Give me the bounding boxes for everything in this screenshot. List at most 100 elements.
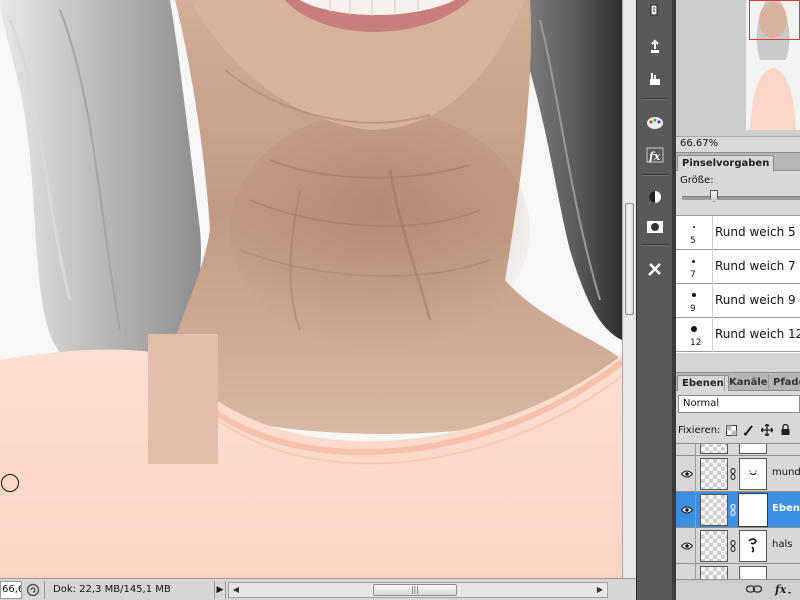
layer-style-fx-icon[interactable]: fx bbox=[774, 582, 792, 599]
vertical-scrollbar-thumb[interactable] bbox=[625, 203, 634, 315]
brush-row-divider bbox=[712, 284, 713, 318]
lock-position-icon[interactable] bbox=[760, 423, 774, 437]
horizontal-scrollbar-thumb[interactable]: ||| bbox=[373, 583, 457, 596]
brush-name: Rund weich 9 bbox=[715, 293, 796, 307]
layer-mask-thumbnail[interactable] bbox=[739, 458, 767, 490]
right-panels: 66.67% Pinselvorgaben Größe: 5 Rund weic… bbox=[676, 0, 800, 600]
photo bbox=[0, 0, 622, 578]
brush-size: 5 bbox=[690, 236, 696, 246]
zoom-field[interactable]: 66,67% bbox=[0, 580, 22, 599]
brush-size: 9 bbox=[690, 304, 696, 314]
status-menu-arrow-icon[interactable]: ▶ bbox=[214, 580, 226, 599]
brush-row-divider bbox=[712, 250, 713, 284]
brush-presets-panel: Pinselvorgaben Größe: 5 Rund weich 5 7 R… bbox=[676, 152, 800, 353]
layer-name[interactable]: mund bbox=[772, 467, 800, 478]
document-info: Dok: 22,3 MB/145,1 MB bbox=[44, 580, 214, 599]
navigator-view-box[interactable] bbox=[749, 0, 800, 40]
layer-list: mund Ebene bbox=[676, 443, 800, 579]
brush-cursor bbox=[1, 474, 19, 492]
brush-presets-tabbar: Pinselvorgaben bbox=[676, 153, 800, 171]
brush-tip-icon bbox=[692, 260, 695, 263]
photoshop-window: 66,67% Dok: 22,3 MB/145,1 MB ▶ ◀ ||| ▶ f… bbox=[0, 0, 800, 600]
size-label: Größe: bbox=[680, 175, 714, 186]
layer-thumbnail bbox=[700, 530, 728, 562]
brush-preset-item[interactable]: 5 Rund weich 5 bbox=[676, 216, 800, 250]
brush-preset-item[interactable]: 12 Rund weich 12 bbox=[676, 318, 800, 352]
navigator-panel bbox=[676, 0, 800, 136]
brush-preset-item[interactable]: 9 Rund weich 9 bbox=[676, 284, 800, 318]
lock-pixels-icon[interactable] bbox=[742, 423, 756, 437]
brush-row-divider bbox=[712, 216, 713, 250]
lock-row: Fixieren: bbox=[678, 421, 800, 439]
blend-mode-select[interactable]: Normal bbox=[678, 395, 800, 413]
brush-size: 7 bbox=[690, 270, 696, 280]
svg-text:fx: fx bbox=[774, 583, 787, 596]
layers-tabbar: Ebenen Kanäle Pfade bbox=[676, 373, 800, 391]
link-layers-icon[interactable] bbox=[745, 584, 763, 597]
layer-thumbnail bbox=[700, 494, 728, 526]
styles-icon[interactable] bbox=[644, 112, 666, 134]
tab-brush-presets[interactable]: Pinselvorgaben bbox=[677, 155, 775, 171]
brush-tip-icon bbox=[693, 226, 695, 228]
layer-row-ebene[interactable]: Ebene bbox=[676, 492, 800, 528]
brush-tip-icon bbox=[692, 293, 696, 297]
clone-source-icon[interactable] bbox=[644, 36, 666, 58]
brush-size: 12 bbox=[690, 338, 702, 348]
dock-separator bbox=[641, 174, 669, 176]
layer-mask-thumbnail bbox=[739, 566, 767, 579]
brush-preset-item[interactable]: 7 Rund weich 7 bbox=[676, 250, 800, 284]
layer-mask-thumbnail[interactable] bbox=[739, 530, 767, 562]
brush-row-divider bbox=[712, 318, 713, 352]
tab-paths[interactable]: Pfade bbox=[768, 375, 800, 391]
mask-link-icon[interactable] bbox=[729, 467, 737, 481]
scroll-right-icon[interactable]: ▶ bbox=[593, 583, 607, 597]
tab-channels[interactable]: Kanäle bbox=[724, 375, 772, 391]
brush-tip-icon bbox=[691, 326, 697, 332]
history-brush-icon[interactable] bbox=[644, 0, 666, 22]
navigator-preview[interactable] bbox=[746, 0, 800, 130]
dock-separator bbox=[641, 98, 669, 100]
layer-thumbnail bbox=[700, 458, 728, 490]
vertical-scrollbar[interactable] bbox=[622, 0, 636, 578]
layer-row[interactable] bbox=[676, 564, 800, 579]
visibility-toggle[interactable] bbox=[678, 564, 696, 579]
status-info-icon[interactable] bbox=[25, 582, 41, 598]
brush-name: Rund weich 12 bbox=[715, 327, 800, 341]
layer-row[interactable] bbox=[676, 444, 800, 456]
adjustments-icon[interactable] bbox=[644, 186, 666, 208]
size-slider-knob[interactable] bbox=[710, 190, 718, 202]
lock-all-icon[interactable] bbox=[778, 423, 792, 437]
eye-icon[interactable] bbox=[678, 492, 696, 528]
lock-label: Fixieren: bbox=[678, 424, 721, 436]
layer-row-mund[interactable]: mund bbox=[676, 456, 800, 492]
mask-link-icon[interactable] bbox=[729, 539, 737, 553]
eye-icon[interactable] bbox=[678, 456, 696, 492]
tool-presets-icon[interactable] bbox=[644, 68, 666, 90]
fx-icon[interactable]: fx bbox=[644, 144, 666, 166]
layer-thumbnail bbox=[700, 444, 728, 454]
tab-layers[interactable]: Ebenen bbox=[677, 375, 729, 391]
layer-row-hals[interactable]: hals bbox=[676, 528, 800, 564]
mask-link-icon[interactable] bbox=[729, 503, 737, 517]
layer-name[interactable]: Ebene bbox=[772, 503, 800, 514]
lock-transparency-icon[interactable] bbox=[724, 423, 738, 437]
layer-name[interactable]: hals bbox=[772, 539, 792, 550]
horizontal-scrollbar[interactable]: ◀ ||| ▶ bbox=[228, 581, 608, 598]
dock-separator bbox=[641, 244, 669, 246]
visibility-toggle[interactable] bbox=[678, 444, 696, 456]
scroll-left-icon[interactable]: ◀ bbox=[229, 583, 243, 597]
navigator-zoom[interactable]: 66.67% bbox=[680, 138, 718, 149]
masks-icon[interactable] bbox=[644, 216, 666, 238]
brush-name: Rund weich 5 bbox=[715, 225, 796, 239]
eye-icon[interactable] bbox=[678, 528, 696, 564]
panel-dock: fx bbox=[636, 0, 672, 600]
navigator-zoom-bar: 66.67% bbox=[676, 136, 800, 152]
layer-mask-thumbnail bbox=[739, 444, 767, 454]
size-slider[interactable] bbox=[682, 190, 800, 202]
status-bar: 66,67% Dok: 22,3 MB/145,1 MB ▶ ◀ ||| ▶ bbox=[0, 578, 636, 600]
layer-thumbnail bbox=[700, 566, 728, 579]
layers-footer: fx bbox=[676, 579, 800, 600]
tools-icon[interactable] bbox=[644, 258, 666, 280]
layer-mask-thumbnail[interactable] bbox=[738, 493, 768, 527]
document-canvas[interactable] bbox=[0, 0, 622, 578]
